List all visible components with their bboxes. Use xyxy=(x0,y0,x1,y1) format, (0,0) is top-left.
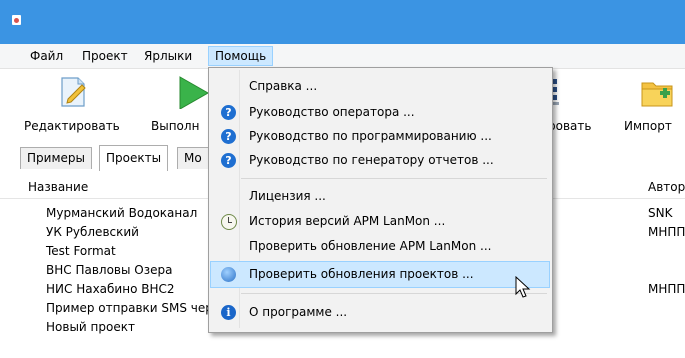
info-icon: i xyxy=(221,305,236,320)
list-item[interactable]: Новый проект xyxy=(46,318,135,337)
menu-item-operator-manual[interactable]: ? Руководство оператора ... xyxy=(211,100,549,125)
import-label: Импорт xyxy=(624,119,672,133)
convert-label: ровать xyxy=(548,119,592,133)
column-name-header[interactable]: Название xyxy=(28,180,88,194)
menu-item-label: О программе ... xyxy=(249,305,348,319)
menu-item-license[interactable]: Лицензия ... xyxy=(211,184,549,209)
menu-item-about[interactable]: i О программе ... xyxy=(211,300,549,325)
run-button[interactable]: Выполн xyxy=(130,69,210,139)
play-icon xyxy=(179,76,210,109)
menu-item-label: История версий АРМ LanMon ... xyxy=(249,214,446,228)
list-item[interactable]: УК Рублевский xyxy=(46,223,139,242)
list-item-author: МНПП xyxy=(648,282,685,296)
list-item-author: SNK xyxy=(648,206,673,220)
menu-item-check-project-updates[interactable]: Проверить обновления проектов ... xyxy=(210,261,550,288)
tab-examples[interactable]: Примеры xyxy=(20,147,92,169)
question-icon: ? xyxy=(221,153,236,168)
run-label: Выполн xyxy=(151,119,200,133)
menu-file[interactable]: Файл xyxy=(24,47,69,65)
list-item[interactable]: Test Format xyxy=(46,242,116,261)
question-icon: ? xyxy=(221,129,236,144)
menu-item-label: Справка ... xyxy=(249,79,318,93)
tab-projects[interactable]: Проекты xyxy=(99,145,169,171)
edit-button[interactable]: Редактировать xyxy=(24,69,124,139)
clock-icon xyxy=(221,214,237,230)
help-menu-dropdown: Справка ... ? Руководство оператора ... … xyxy=(208,67,553,333)
edit-document-icon xyxy=(61,77,86,107)
menu-shortcuts[interactable]: Ярлыки xyxy=(138,47,198,65)
menu-project[interactable]: Проект xyxy=(76,47,134,65)
menu-item-report-generator-manual[interactable]: ? Руководство по генератору отчетов ... xyxy=(211,148,549,173)
mouse-cursor-icon xyxy=(515,276,531,298)
menu-item-version-history[interactable]: История версий АРМ LanMon ... xyxy=(211,209,549,234)
import-folder-icon xyxy=(641,82,673,107)
list-item[interactable]: НИС Нахабино ВНС2 xyxy=(46,280,175,299)
menu-item-help[interactable]: Справка ... xyxy=(211,74,549,99)
menu-item-check-app-update[interactable]: Проверить обновление АРМ LanMon ... xyxy=(211,234,549,259)
list-item-author: МНПП xyxy=(648,225,685,239)
title-bar xyxy=(0,0,685,44)
tab-other[interactable]: Мо xyxy=(177,147,209,169)
column-author-header[interactable]: Автор xyxy=(648,180,685,194)
list-item[interactable]: Мурманский Водоканал xyxy=(46,204,197,223)
question-icon: ? xyxy=(221,105,236,120)
import-button[interactable]: Импорт xyxy=(622,69,685,139)
menu-item-programming-manual[interactable]: ? Руководство по программированию ... xyxy=(211,124,549,149)
menu-separator xyxy=(241,293,547,294)
menu-item-label: Проверить обновления проектов ... xyxy=(249,267,474,281)
menu-item-label: Руководство по генератору отчетов ... xyxy=(249,153,494,167)
globe-icon xyxy=(221,267,236,282)
menu-item-label: Лицензия ... xyxy=(249,189,326,203)
menu-bar: Файл Проект Ярлыки Помощь xyxy=(0,44,685,69)
menu-item-label: Руководство по программированию ... xyxy=(249,129,492,143)
app-icon[interactable] xyxy=(12,15,21,25)
menu-separator xyxy=(241,178,547,179)
menu-item-label: Руководство оператора ... xyxy=(249,105,415,119)
menu-item-label: Проверить обновление АРМ LanMon ... xyxy=(249,239,492,253)
menu-help[interactable]: Помощь xyxy=(208,46,274,66)
edit-label: Редактировать xyxy=(24,119,120,133)
list-item[interactable]: ВНС Павловы Озера xyxy=(46,261,172,280)
